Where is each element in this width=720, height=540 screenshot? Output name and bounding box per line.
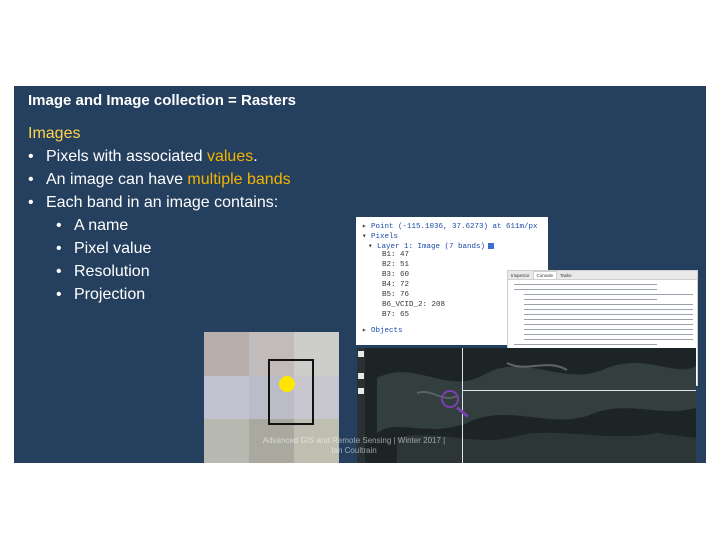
console-tabs: Inspector Console Tasks [508, 271, 697, 280]
slide: Image and Image collection = Rasters Ima… [14, 86, 706, 463]
crosshair-horizontal [462, 390, 696, 391]
pixel-cell [204, 375, 249, 420]
highlight-text: values [206, 148, 254, 165]
bullet-glyph: • [56, 217, 62, 234]
band-value: B4: 72 [382, 281, 410, 289]
console-line [524, 304, 693, 305]
slide-footer: Advanced GIS and Remote Sensing | Winter… [262, 436, 446, 455]
band-value: B3: 60 [382, 271, 410, 279]
sub-bullet-item: • Pixel value [28, 237, 291, 260]
console-line [524, 324, 693, 325]
pixel-cell [204, 332, 249, 376]
bullet-glyph: • [56, 240, 62, 257]
console-line [524, 309, 693, 310]
slide-title: Image and Image collection = Rasters [28, 92, 297, 109]
bullet-glyph: • [28, 148, 34, 165]
bullet-item: • Each band in an image contains: [28, 191, 291, 214]
band-value: B6_VCID_2: 208 [382, 301, 446, 309]
layer-row[interactable]: ▾ Layer 1: Image (7 bands) [368, 241, 495, 251]
selected-pixel-box [268, 359, 314, 425]
console-line [524, 334, 693, 335]
console-line [524, 314, 693, 315]
console-line [524, 339, 693, 340]
pixel-cell [204, 419, 249, 463]
band-value: B2: 51 [382, 261, 410, 269]
console-line [524, 299, 657, 300]
bullet-item: • An image can have multiple bands [28, 168, 291, 191]
crosshair-vertical [462, 348, 463, 463]
sub-bullet-item: • A name [28, 214, 291, 237]
band-value: B1: 47 [382, 251, 410, 259]
console-line [514, 289, 657, 290]
pixels-toggle[interactable]: ▾ Pixels [362, 231, 398, 241]
sub-bullet-item: • Projection [28, 283, 291, 306]
bullet-glyph: • [56, 263, 62, 280]
console-line [514, 284, 657, 285]
zoom-in-button[interactable] [358, 351, 364, 357]
magnifier-icon [441, 390, 459, 408]
sub-bullet-item: • Resolution [28, 260, 291, 283]
bullet-item: • Pixels with associated values. [28, 145, 291, 168]
zoom-out-button[interactable] [358, 373, 364, 379]
layer-info-icon[interactable] [488, 243, 495, 250]
bullet-glyph: • [56, 286, 62, 303]
band-value: B5: 76 [382, 291, 410, 299]
console-line [524, 294, 693, 295]
point-readout[interactable]: ▸ Point (-115.1036, 37.6273) at 611m/px [362, 221, 538, 231]
selected-point-marker [279, 376, 295, 392]
console-line [524, 329, 693, 330]
console-line [514, 344, 657, 345]
console-line [524, 319, 693, 320]
bullet-list: Images • Pixels with associated values. •… [28, 122, 291, 306]
tab-console[interactable]: Console [532, 271, 558, 279]
map-tool-button[interactable] [358, 388, 364, 394]
tab-tasks[interactable]: Tasks [557, 272, 575, 279]
bullet-glyph: • [28, 171, 34, 188]
tab-inspector[interactable]: Inspector [508, 272, 533, 279]
objects-toggle[interactable]: ▸ Objects [362, 325, 403, 335]
band-value: B7: 65 [382, 311, 410, 319]
bullet-glyph: • [28, 194, 34, 211]
section-heading: Images [28, 125, 81, 142]
highlight-text: multiple bands [187, 171, 291, 188]
